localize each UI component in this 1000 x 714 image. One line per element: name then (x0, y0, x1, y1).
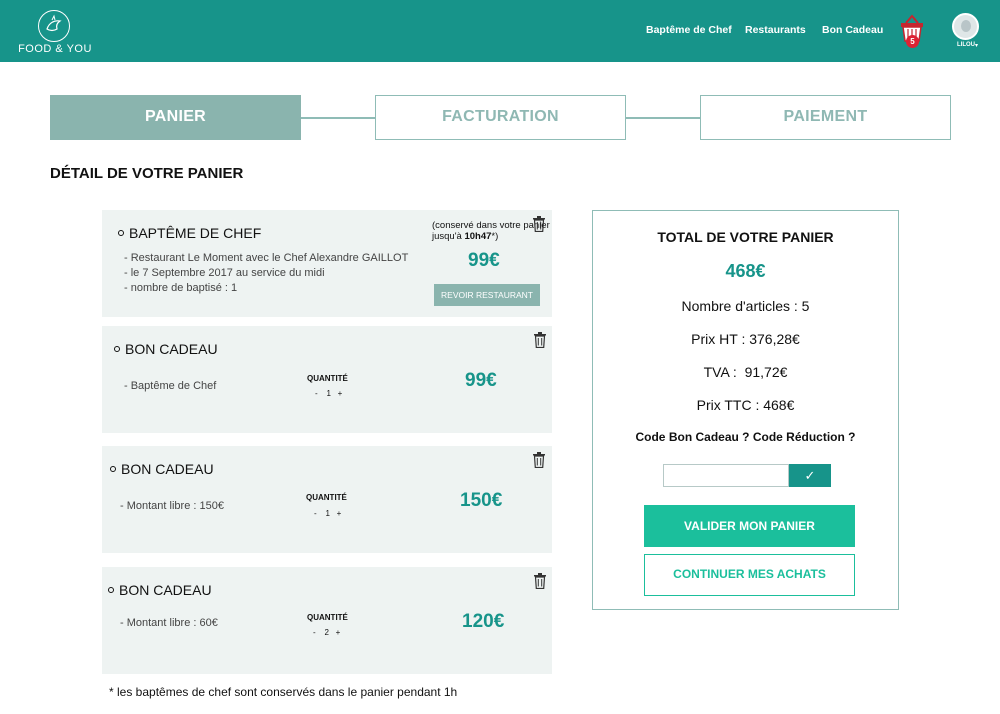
step-connector (301, 117, 375, 119)
logo[interactable]: FOOD & YOU (18, 10, 92, 58)
summary-tva: TVA : 91,72€ (703, 364, 788, 380)
nav-link-restaurants[interactable]: Restaurants (745, 24, 806, 36)
item-details: - Montant libre : 60€ (120, 616, 218, 631)
cart-item-bon-cadeau: BON CADEAU - Baptême de Chef QUANTITÉ - … (102, 326, 552, 433)
detail-line: - Montant libre : 60€ (120, 617, 218, 629)
detail-line: - nombre de baptisé : 1 (124, 282, 238, 294)
top-header: FOOD & YOU Baptême de Chef Restaurants B… (0, 0, 1000, 62)
continue-shopping-button[interactable]: CONTINUER MES ACHATS (644, 554, 855, 596)
trash-icon[interactable] (533, 573, 547, 590)
detail-line: - Restaurant Le Moment avec le Chef Alex… (124, 252, 409, 264)
item-title-text: BON CADEAU (119, 582, 212, 598)
note-suffix: *) (491, 231, 499, 242)
item-title: BON CADEAU (108, 582, 212, 598)
item-details: - Montant libre : 150€ (120, 499, 224, 514)
trash-icon[interactable] (532, 452, 546, 469)
bullet-icon (108, 587, 114, 594)
item-price: 99€ (468, 250, 500, 271)
step-facturation[interactable]: FACTURATION (375, 95, 626, 140)
quantity-label: QUANTITÉ (306, 493, 347, 502)
item-price: 120€ (462, 611, 505, 632)
trash-icon[interactable] (532, 216, 546, 233)
summary-prix-ht: Prix HT : 376,28€ (691, 331, 800, 347)
promo-code-label: Code Bon Cadeau ? Code Réduction ? (635, 430, 856, 444)
cart-count-badge: 5 (906, 35, 919, 48)
quantity-label: QUANTITÉ (307, 613, 348, 622)
item-title: BON CADEAU (110, 461, 214, 477)
footnote: * les baptêmes de chef sont conservés da… (109, 685, 458, 699)
item-title-text: BAPTÊME DE CHEF (129, 225, 262, 241)
nav-link-bon-cadeau[interactable]: Bon Cadeau (822, 24, 883, 36)
quantity-label: QUANTITÉ (307, 374, 348, 383)
item-price: 99€ (465, 370, 497, 391)
logo-bird-icon (38, 10, 70, 42)
revoir-restaurant-button[interactable]: REVOIR RESTAURANT (434, 284, 540, 306)
step-panier[interactable]: PANIER (50, 95, 301, 140)
nav-link-bapteme[interactable]: Baptême de Chef (646, 24, 732, 36)
validate-cart-button[interactable]: VALIDER MON PANIER (644, 505, 855, 547)
summary-prix-ttc: Prix TTC : 468€ (696, 397, 795, 413)
summary-title: TOTAL DE VOTRE PANIER (657, 229, 834, 245)
user-avatar[interactable] (952, 13, 979, 40)
promo-code-input[interactable] (663, 464, 789, 487)
bullet-icon (118, 230, 124, 237)
item-details: - Restaurant Le Moment avec le Chef Alex… (124, 251, 408, 296)
chevron-down-icon[interactable]: ▾ (975, 42, 978, 49)
avatar-photo (961, 20, 971, 32)
cart-item-bon-cadeau: BON CADEAU - Montant libre : 60€ QUANTIT… (102, 567, 552, 674)
cart-item-bon-cadeau: BON CADEAU - Montant libre : 150€ QUANTI… (102, 446, 552, 553)
detail-line: - Baptême de Chef (124, 380, 217, 392)
bullet-icon (110, 466, 116, 473)
detail-line: - Montant libre : 150€ (120, 500, 224, 512)
summary-total: 468€ (725, 261, 766, 281)
item-details: - Baptême de Chef (124, 379, 216, 394)
user-name[interactable]: LILOU (957, 42, 975, 48)
detail-line: - le 7 Septembre 2017 au service du midi (124, 267, 325, 279)
note-time: 10h47 (464, 231, 492, 242)
step-paiement[interactable]: PAIEMENT (700, 95, 951, 140)
item-title-text: BON CADEAU (121, 461, 214, 477)
summary-articles: Nombre d'articles : 5 (681, 298, 810, 314)
step-connector (626, 117, 700, 119)
cart-summary-panel: TOTAL DE VOTRE PANIER 468€ Nombre d'arti… (592, 210, 899, 610)
item-price: 150€ (460, 490, 503, 511)
cart-item-bapteme: BAPTÊME DE CHEF (conservé dans votre pan… (102, 210, 552, 317)
quantity-stepper[interactable]: - 1 + (314, 509, 341, 518)
item-title: BAPTÊME DE CHEF (118, 225, 261, 241)
quantity-stepper[interactable]: - 2 + (313, 628, 340, 637)
bullet-icon (114, 346, 120, 353)
trash-icon[interactable] (533, 332, 547, 349)
checkmark-icon[interactable]: ✓ (789, 464, 831, 487)
section-title: DÉTAIL DE VOTRE PANIER (50, 165, 244, 182)
logo-text: FOOD & YOU (18, 43, 92, 55)
item-title-text: BON CADEAU (125, 341, 218, 357)
quantity-stepper[interactable]: - 1 + (315, 389, 342, 398)
item-title: BON CADEAU (114, 341, 218, 357)
